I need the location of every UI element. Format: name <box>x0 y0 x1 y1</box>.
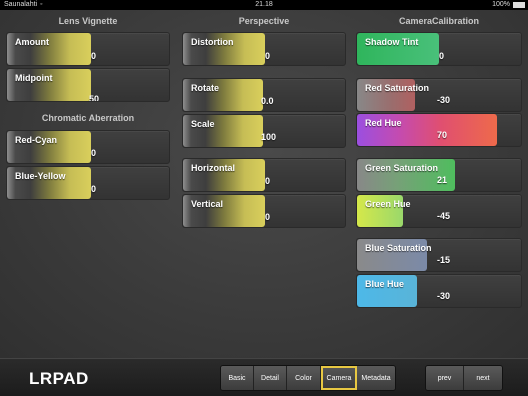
slider-label: Green Hue <box>365 199 411 209</box>
slider-value: 0 <box>265 176 271 186</box>
blue-hue-slider[interactable]: Blue Hue -30 <box>356 274 522 308</box>
slider-value: 0 <box>91 51 97 61</box>
lens-vignette-title: Lens Vignette <box>58 16 118 26</box>
slider-label: Blue Saturation <box>365 243 432 253</box>
prev-button[interactable]: prev <box>426 366 464 390</box>
main-panel: Lens Vignette Amount 0 Midpoint 50 Chrom… <box>0 10 528 358</box>
slider-value: -45 <box>437 211 451 221</box>
tab-basic[interactable]: Basic <box>221 366 254 390</box>
green-saturation-slider[interactable]: Green Saturation 21 <box>356 158 522 192</box>
green-hue-slider[interactable]: Green Hue -45 <box>356 194 522 228</box>
scale-slider[interactable]: Scale 100 <box>182 114 346 148</box>
slider-label: Green Saturation <box>365 163 439 173</box>
slider-value: 0 <box>91 184 97 194</box>
slider-value: -30 <box>437 95 451 105</box>
slider-value: 0 <box>91 148 97 158</box>
slider-value: 0 <box>265 51 271 61</box>
tab-detail[interactable]: Detail <box>254 366 287 390</box>
horizontal-slider[interactable]: Horizontal 0 <box>182 158 346 192</box>
slider-label: Blue-Yellow <box>15 171 66 181</box>
slider-value: 21 <box>437 175 448 185</box>
nav-buttons: prev next <box>425 365 503 391</box>
blue-saturation-slider[interactable]: Blue Saturation -15 <box>356 238 522 272</box>
amount-slider[interactable]: Amount 0 <box>6 32 170 66</box>
tab-camera[interactable]: Camera <box>321 366 357 390</box>
bottom-toolbar: LRPAD Basic Detail Color Camera Metadata… <box>0 358 528 396</box>
slider-value: 50 <box>89 94 100 102</box>
slider-value: -15 <box>437 255 451 265</box>
panel-tabs: Basic Detail Color Camera Metadata <box>220 365 396 391</box>
status-bar: Saunalahti ◦ 21.18 100% <box>0 0 528 10</box>
slider-label: Horizontal <box>191 163 235 173</box>
blue-yellow-slider[interactable]: Blue-Yellow 0 <box>6 166 170 200</box>
slider-label: Vertical <box>191 199 224 209</box>
slider-value: 0 <box>265 212 271 222</box>
red-saturation-slider[interactable]: Red Saturation -30 <box>356 78 522 112</box>
slider-label: Amount <box>15 37 49 47</box>
tab-color[interactable]: Color <box>287 366 321 390</box>
clock: 21.18 <box>255 1 273 8</box>
slider-value: 70 <box>437 130 448 140</box>
distortion-slider[interactable]: Distortion 0 <box>182 32 346 66</box>
slider-label: Red Saturation <box>365 83 430 93</box>
red-hue-slider[interactable]: Red Hue 70 <box>356 113 522 147</box>
slider-label: Blue Hue <box>365 279 405 289</box>
slider-label: Red-Cyan <box>15 135 58 145</box>
slider-label: Distortion <box>191 37 234 47</box>
vertical-slider[interactable]: Vertical 0 <box>182 194 346 228</box>
slider-value: 0.0 <box>261 96 274 106</box>
slider-label: Rotate <box>191 83 220 93</box>
app-logo: LRPAD <box>29 369 89 388</box>
midpoint-slider[interactable]: Midpoint 50 <box>6 68 170 102</box>
slider-label: Red Hue <box>365 118 402 128</box>
slider-value: -30 <box>437 291 451 301</box>
battery-icon <box>513 2 525 8</box>
shadow-tint-slider[interactable]: Shadow Tint 0 <box>356 32 522 66</box>
slider-value: 0 <box>439 51 445 61</box>
battery-percentage: 100% <box>492 1 510 8</box>
slider-label: Scale <box>191 119 215 129</box>
slider-value: 100 <box>261 132 277 142</box>
red-cyan-slider[interactable]: Red-Cyan 0 <box>6 130 170 164</box>
next-button[interactable]: next <box>464 366 502 390</box>
rotate-slider[interactable]: Rotate 0.0 <box>182 78 346 112</box>
camera-calibration-title: CameraCalibration <box>398 16 480 26</box>
tab-metadata[interactable]: Metadata <box>357 366 395 390</box>
slider-label: Shadow Tint <box>365 37 419 47</box>
perspective-title: Perspective <box>238 16 290 26</box>
slider-label: Midpoint <box>15 73 53 83</box>
chromatic-aberration-title: Chromatic Aberration <box>41 113 135 123</box>
